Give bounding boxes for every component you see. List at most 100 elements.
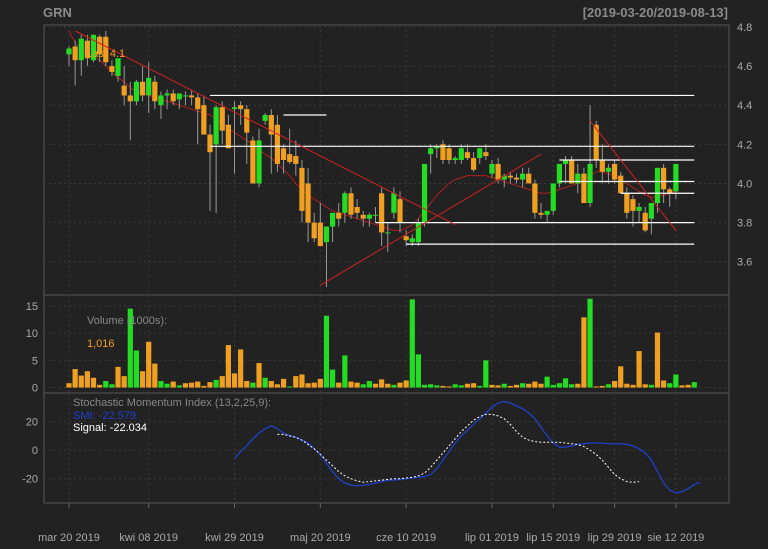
candle-body (115, 58, 121, 76)
candle-body (391, 193, 397, 213)
candle-body (238, 105, 244, 110)
candle-body (225, 124, 231, 149)
candle-body (176, 93, 182, 100)
candle-body (213, 107, 219, 145)
signal-line (277, 413, 640, 483)
candle-body (593, 124, 599, 160)
volume-bar (415, 354, 422, 388)
volume-bar (501, 383, 507, 388)
volume-bar (550, 384, 556, 388)
candle-body (274, 124, 281, 164)
volume-title: Volume (1000s): (87, 315, 167, 327)
candle-body (133, 81, 140, 102)
candle-body (636, 206, 642, 211)
volume-bar (329, 369, 336, 388)
price-tick-label: 4.4 (737, 100, 752, 112)
volume-bar (403, 380, 409, 388)
candle-body (158, 95, 164, 106)
volume-bar (691, 382, 697, 388)
candle-body (379, 193, 385, 233)
volume-bar (434, 385, 440, 388)
smi-tick-label: 20 (26, 417, 38, 429)
candle-body (207, 134, 213, 153)
volume-tick-label: 10 (26, 328, 38, 340)
candle-body (452, 158, 458, 160)
candle-body (526, 173, 532, 184)
candle-body (348, 193, 354, 215)
volume-bar (440, 385, 446, 388)
volume-bar (189, 382, 195, 388)
candle-body (477, 148, 483, 159)
candle-body (495, 163, 501, 180)
volume-bar (299, 374, 305, 388)
volume-bar (139, 371, 146, 388)
smi-line (234, 400, 701, 494)
candle-body (262, 115, 268, 121)
volume-bar (532, 381, 538, 388)
volume-bar (256, 363, 262, 388)
smi-tick-label: -20 (22, 474, 38, 486)
volume-bar (611, 381, 618, 388)
volume-bar (170, 381, 176, 388)
candle-body (311, 222, 317, 239)
volume-bar (90, 377, 97, 388)
candle-body (354, 206, 360, 213)
volume-bar (311, 382, 317, 388)
candle-body (569, 160, 575, 184)
panel-frame (43, 392, 730, 504)
volume-bar (366, 381, 372, 388)
volume-bar (636, 351, 642, 388)
volume-bar (78, 375, 84, 388)
volume-bar (66, 383, 72, 388)
candle-body (446, 148, 452, 160)
candle-body (182, 95, 189, 97)
volume-bar (354, 382, 360, 388)
volume-bar (685, 384, 691, 388)
volume-bar (72, 369, 78, 388)
candle-body (458, 148, 464, 160)
volume-bar (219, 376, 225, 388)
volume-bar (391, 384, 397, 388)
volume-bar (667, 383, 673, 388)
candle-body (323, 226, 330, 243)
time-tick-label: sie 12 2019 (647, 532, 704, 544)
candle-body (336, 212, 342, 219)
volume-bar (348, 381, 354, 388)
volume-bar (661, 380, 667, 388)
candle-body (231, 107, 238, 110)
volume-bar (207, 382, 213, 388)
candle-body (648, 203, 654, 219)
volume-bar (164, 383, 170, 388)
volume-bar (477, 385, 483, 388)
volume-bar (593, 386, 599, 388)
volume-bar (581, 317, 587, 388)
volume-bar (323, 315, 330, 388)
candle-body (513, 177, 520, 180)
volume-tick-label: 15 (26, 301, 38, 313)
candle-body (299, 167, 305, 211)
candle-body (520, 173, 526, 180)
volume-bar (201, 385, 207, 388)
volume-bar (225, 345, 231, 388)
volume-bar (458, 385, 464, 388)
time-tick-label: mar 20 2019 (38, 532, 100, 544)
volume-bar (428, 384, 434, 388)
price-tick-label: 4.0 (737, 178, 752, 190)
volume-bar (618, 366, 624, 388)
time-tick-label: cze 10 2019 (376, 532, 436, 544)
volume-bar (470, 383, 477, 388)
volume-bar (109, 384, 115, 388)
volume-bar (231, 373, 238, 388)
volume-bar (513, 384, 520, 388)
volume-bar (544, 376, 550, 388)
candle-body (550, 183, 556, 211)
volume-bar (421, 384, 428, 388)
volume-bar (244, 381, 250, 388)
volume-bar (599, 385, 605, 388)
candle-body (544, 210, 550, 215)
volume-bar (262, 377, 268, 388)
volume-tick-label: 0 (32, 383, 38, 395)
candle-body (673, 163, 679, 192)
candle-body (507, 175, 513, 178)
trendline (320, 153, 542, 286)
